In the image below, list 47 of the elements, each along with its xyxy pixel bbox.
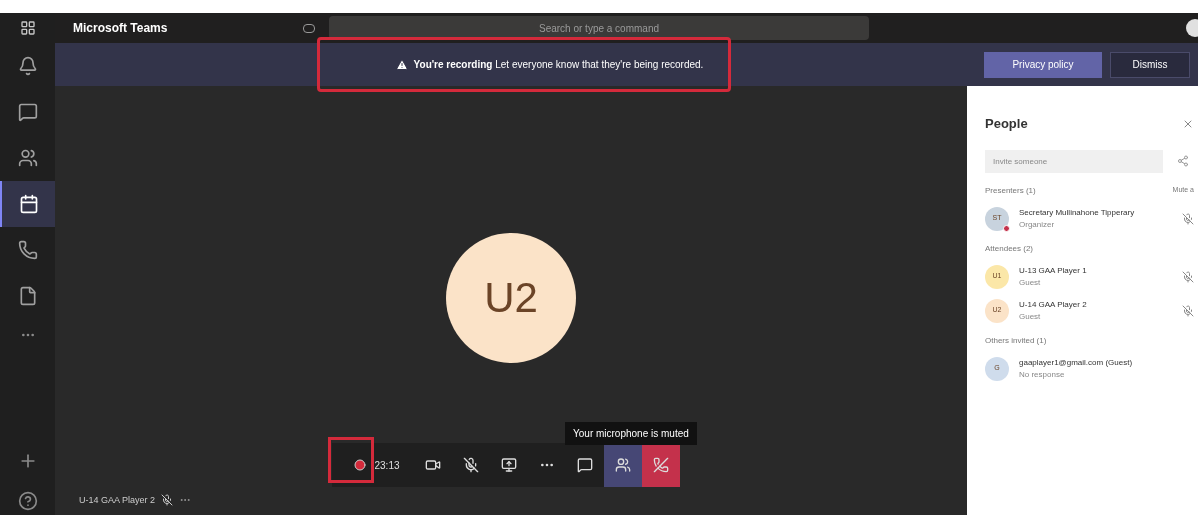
- member-name: gaaplayer1@gmail.com (Guest): [1019, 356, 1134, 369]
- phone-icon: [17, 240, 38, 260]
- mic-off-icon: [1182, 270, 1194, 283]
- member-name: U-14 GAA Player 2: [1019, 298, 1088, 311]
- chat-icon: [17, 102, 38, 122]
- people-icon: [614, 457, 631, 473]
- call-timer: 23:13: [374, 458, 400, 473]
- section-header[interactable]: Attendees (2): [985, 242, 1034, 255]
- hang-up-button[interactable]: [641, 443, 680, 487]
- participant-name: U-14 GAA Player 2: [79, 493, 156, 507]
- member-name: U-13 GAA Player 1: [1019, 264, 1088, 277]
- back-icon[interactable]: [303, 23, 315, 33]
- panel-title: People: [985, 115, 1028, 133]
- dismiss-button[interactable]: Dismiss: [1110, 51, 1190, 78]
- member-role: No response: [1019, 368, 1066, 381]
- mic-off-icon: [1182, 304, 1194, 317]
- bell-icon: [17, 56, 38, 76]
- section-header[interactable]: Presenters (1): [985, 184, 1036, 197]
- mic-off-icon: [1182, 212, 1194, 225]
- member-role: Guest: [1019, 310, 1042, 323]
- mic-off-icon: [462, 457, 479, 473]
- warning-icon: [395, 58, 408, 71]
- section-header[interactable]: Others invited (1): [985, 334, 1047, 347]
- call-control-button[interactable]: [603, 443, 642, 487]
- participant-avatar: U2: [446, 232, 576, 363]
- member-role: Organizer: [1019, 218, 1056, 231]
- app-launcher-icon[interactable]: [19, 20, 36, 36]
- invite-field[interactable]: Invite someone: [985, 149, 1163, 173]
- highlight-frame: [328, 437, 375, 483]
- chat-icon: [576, 457, 593, 473]
- recording-notice: You're recording Let everyone know that they're being recorded.: [413, 58, 704, 72]
- mic-off-icon: [161, 494, 174, 507]
- help-icon[interactable]: [17, 491, 38, 511]
- share-screen-icon: [500, 457, 517, 473]
- people-icon: [17, 148, 38, 168]
- search-field[interactable]: Search or type a command: [329, 16, 869, 40]
- rail-item[interactable]: [0, 181, 55, 227]
- tooltip: Your microphone is muted: [565, 422, 697, 445]
- recording-icon: [354, 459, 367, 471]
- member-name: Secretary Mullinahone Tipperary: [1019, 206, 1136, 219]
- member-role: Guest: [1019, 276, 1042, 289]
- hang-up-icon: [652, 457, 669, 473]
- video-icon: [424, 457, 441, 473]
- app-title: Microsoft Teams: [73, 20, 169, 37]
- privacy-policy-button[interactable]: Privacy policy: [984, 51, 1102, 78]
- share-icon[interactable]: [1177, 155, 1189, 167]
- calendar-icon: [18, 194, 39, 214]
